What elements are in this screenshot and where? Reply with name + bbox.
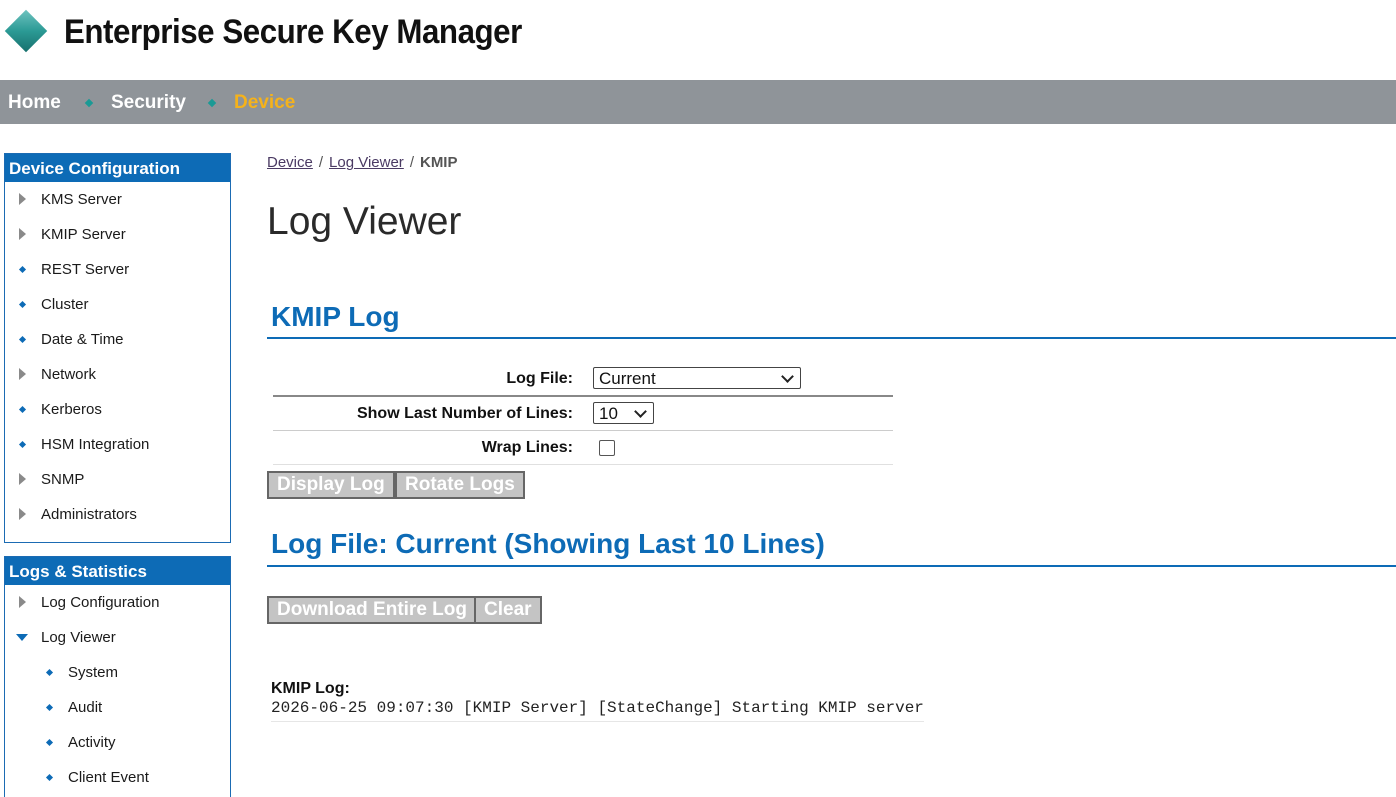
sidebar-item-label: Administrators xyxy=(41,506,137,523)
triangle-right-icon xyxy=(19,228,26,240)
sidebar-item-log-configuration[interactable]: Log Configuration xyxy=(5,585,230,620)
chevron-down-icon xyxy=(634,405,647,418)
log-file-label: Log File: xyxy=(506,370,573,387)
diamond-bullet-icon xyxy=(18,440,27,449)
nav-separator-icon xyxy=(84,98,94,108)
lines-select-value: 10 xyxy=(599,404,618,423)
display-log-button[interactable]: Display Log xyxy=(267,471,395,499)
log-file-select[interactable]: Current xyxy=(593,367,801,389)
sidebar-item-label: Cluster xyxy=(41,296,89,313)
sidebar-item-label: HSM Integration xyxy=(41,436,150,453)
sidebar-item-label: Audit xyxy=(68,699,103,716)
breadcrumb-separator: / xyxy=(318,154,324,171)
log-line: 2026-06-25 09:07:30 [KMIP Server] [State… xyxy=(271,699,924,722)
sidebar-item-date-time[interactable]: Date & Time xyxy=(5,322,230,357)
sidebar-item-kms-server[interactable]: KMS Server xyxy=(5,182,230,217)
form-row-wrap: Wrap Lines: xyxy=(273,431,893,465)
section-title-log-file: Log File: Current (Showing Last 10 Lines… xyxy=(271,528,825,559)
sidebar-item-log-viewer[interactable]: Log Viewer xyxy=(5,620,230,655)
sidebar-item-administrators[interactable]: Administrators xyxy=(5,497,230,532)
sidebar-item-label: Client Event xyxy=(68,769,149,786)
breadcrumb-link-log-viewer[interactable]: Log Viewer xyxy=(329,154,404,171)
sidebar-item-hsm-integration[interactable]: HSM Integration xyxy=(5,427,230,462)
diamond-bullet-icon xyxy=(18,300,27,309)
logs-statistics-panel: Logs & Statistics Log Configuration Log … xyxy=(4,556,231,797)
panel-title: Logs & Statistics xyxy=(5,557,230,585)
sidebar-subitem-activity[interactable]: Activity xyxy=(5,725,230,760)
diamond-bullet-icon xyxy=(45,703,54,712)
sidebar-item-label: Network xyxy=(41,366,97,383)
nav-device[interactable]: Device xyxy=(234,92,295,114)
diamond-logo-icon xyxy=(4,9,48,53)
rotate-logs-button[interactable]: Rotate Logs xyxy=(395,471,525,499)
sidebar-subitem-system[interactable]: System xyxy=(5,655,230,690)
panel-title: Device Configuration xyxy=(5,154,230,182)
section-divider xyxy=(267,565,1396,567)
nav-separator-icon xyxy=(207,98,217,108)
nav-home[interactable]: Home xyxy=(8,92,61,114)
log-options-form: Log File: Current Show Last Number of Li… xyxy=(273,362,893,465)
triangle-down-icon xyxy=(16,634,28,641)
sidebar-item-network[interactable]: Network xyxy=(5,357,230,392)
section-divider xyxy=(267,337,1396,339)
sidebar-item-label: Kerberos xyxy=(41,401,102,418)
sidebar-item-kmip-server[interactable]: KMIP Server xyxy=(5,217,230,252)
breadcrumb-separator: / xyxy=(409,154,414,171)
device-configuration-panel: Device Configuration KMS Server KMIP Ser… xyxy=(4,153,231,543)
lines-select[interactable]: 10 xyxy=(593,402,654,424)
clear-button[interactable]: Clear xyxy=(474,596,542,624)
nav-security[interactable]: Security xyxy=(111,92,186,114)
breadcrumb-current: KMIP xyxy=(419,154,458,171)
triangle-right-icon xyxy=(19,596,26,608)
sidebar-item-label: REST Server xyxy=(41,261,130,278)
wrap-lines-label: Wrap Lines: xyxy=(481,439,573,456)
sidebar-item-kerberos[interactable]: Kerberos xyxy=(5,392,230,427)
triangle-right-icon xyxy=(19,193,26,205)
log-file-select-value: Current xyxy=(599,369,656,388)
section-title-kmip-log: KMIP Log xyxy=(271,301,400,332)
triangle-right-icon xyxy=(19,473,26,485)
download-entire-log-button[interactable]: Download Entire Log xyxy=(267,596,477,624)
lines-label: Show Last Number of Lines: xyxy=(356,405,573,422)
diamond-bullet-icon xyxy=(45,668,54,677)
sidebar-subitem-client-event[interactable]: Client Event xyxy=(5,760,230,795)
sidebar-item-cluster[interactable]: Cluster xyxy=(5,287,230,322)
sidebar-subitem-audit[interactable]: Audit xyxy=(5,690,230,725)
sidebar-item-label: Date & Time xyxy=(41,331,124,348)
triangle-right-icon xyxy=(19,368,26,380)
sidebar-item-label: System xyxy=(68,664,119,681)
diamond-bullet-icon xyxy=(18,265,27,274)
sidebar-item-label: Log Configuration xyxy=(41,594,160,611)
sidebar-item-label: KMS Server xyxy=(41,191,122,208)
sidebar-item-label: Activity xyxy=(68,734,116,751)
form-row-lines: Show Last Number of Lines: 10 xyxy=(273,397,893,431)
breadcrumb: Device / Log Viewer / KMIP xyxy=(267,154,457,171)
top-navbar: Home Security Device xyxy=(0,80,1396,124)
page-title: Log Viewer xyxy=(267,200,462,243)
sidebar-item-label: KMIP Server xyxy=(41,226,126,243)
log-output-label: KMIP Log: xyxy=(271,680,350,697)
triangle-right-icon xyxy=(19,508,26,520)
chevron-down-icon xyxy=(781,370,794,383)
sidebar-item-label: Log Viewer xyxy=(41,629,116,646)
sidebar-item-label: SNMP xyxy=(41,471,85,488)
diamond-bullet-icon xyxy=(18,335,27,344)
form-row-log-file: Log File: Current xyxy=(273,362,893,397)
sidebar-item-snmp[interactable]: SNMP xyxy=(5,462,230,497)
app-title: Enterprise Secure Key Manager xyxy=(64,13,522,51)
diamond-bullet-icon xyxy=(18,405,27,414)
wrap-lines-checkbox[interactable] xyxy=(599,440,615,456)
app-header: Enterprise Secure Key Manager xyxy=(0,0,1396,80)
breadcrumb-link-device[interactable]: Device xyxy=(267,154,313,171)
sidebar-item-rest-server[interactable]: REST Server xyxy=(5,252,230,287)
diamond-bullet-icon xyxy=(45,738,54,747)
